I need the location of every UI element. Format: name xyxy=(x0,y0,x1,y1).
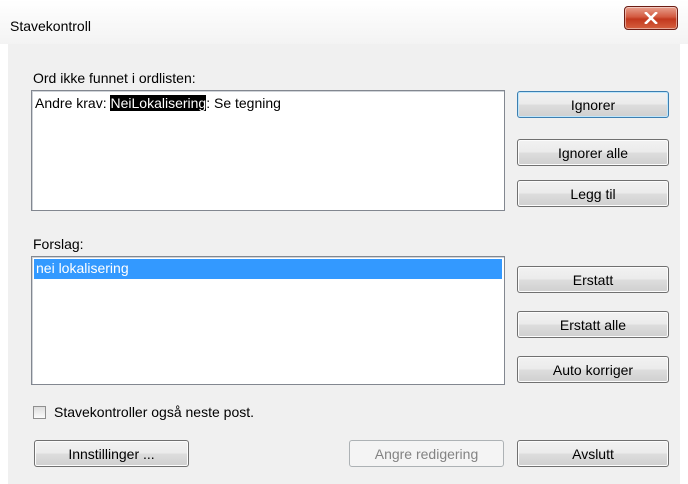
suggestions-list[interactable]: nei lokalisering xyxy=(31,256,505,385)
close-icon xyxy=(644,12,658,24)
context-text-after: : Se tegning xyxy=(206,95,281,111)
replace-all-button[interactable]: Erstatt alle xyxy=(517,311,669,338)
not-found-text: Andre krav: NeiLokalisering: Se tegning xyxy=(35,95,281,111)
dialog-body: Ord ikke funnet i ordlisten: Andre krav:… xyxy=(8,44,680,484)
next-record-checkbox-label: Stavekontroller også neste post. xyxy=(54,404,255,420)
not-found-label: Ord ikke funnet i ordlisten: xyxy=(33,70,196,86)
replace-button[interactable]: Erstatt xyxy=(517,266,669,293)
close-button[interactable] xyxy=(624,6,678,30)
undo-edit-button[interactable]: Angre redigering xyxy=(349,440,504,467)
title-bar: Stavekontroll xyxy=(0,0,688,44)
exit-button[interactable]: Avslutt xyxy=(517,440,669,467)
auto-correct-button[interactable]: Auto korriger xyxy=(517,356,669,383)
add-button[interactable]: Legg til xyxy=(517,180,669,207)
suggestions-label: Forslag: xyxy=(33,236,84,252)
misspelled-word: NeiLokalisering xyxy=(110,95,207,111)
not-found-textbox[interactable]: Andre krav: NeiLokalisering: Se tegning xyxy=(31,90,505,211)
ignore-button[interactable]: Ignorer xyxy=(517,91,669,118)
list-item[interactable]: nei lokalisering xyxy=(34,259,502,279)
window-title: Stavekontroll xyxy=(10,18,91,34)
settings-button[interactable]: Innstillinger ... xyxy=(34,440,189,467)
context-text-before: Andre krav: xyxy=(35,95,111,111)
ignore-all-button[interactable]: Ignorer alle xyxy=(517,139,669,166)
next-record-checkbox[interactable] xyxy=(33,406,46,419)
